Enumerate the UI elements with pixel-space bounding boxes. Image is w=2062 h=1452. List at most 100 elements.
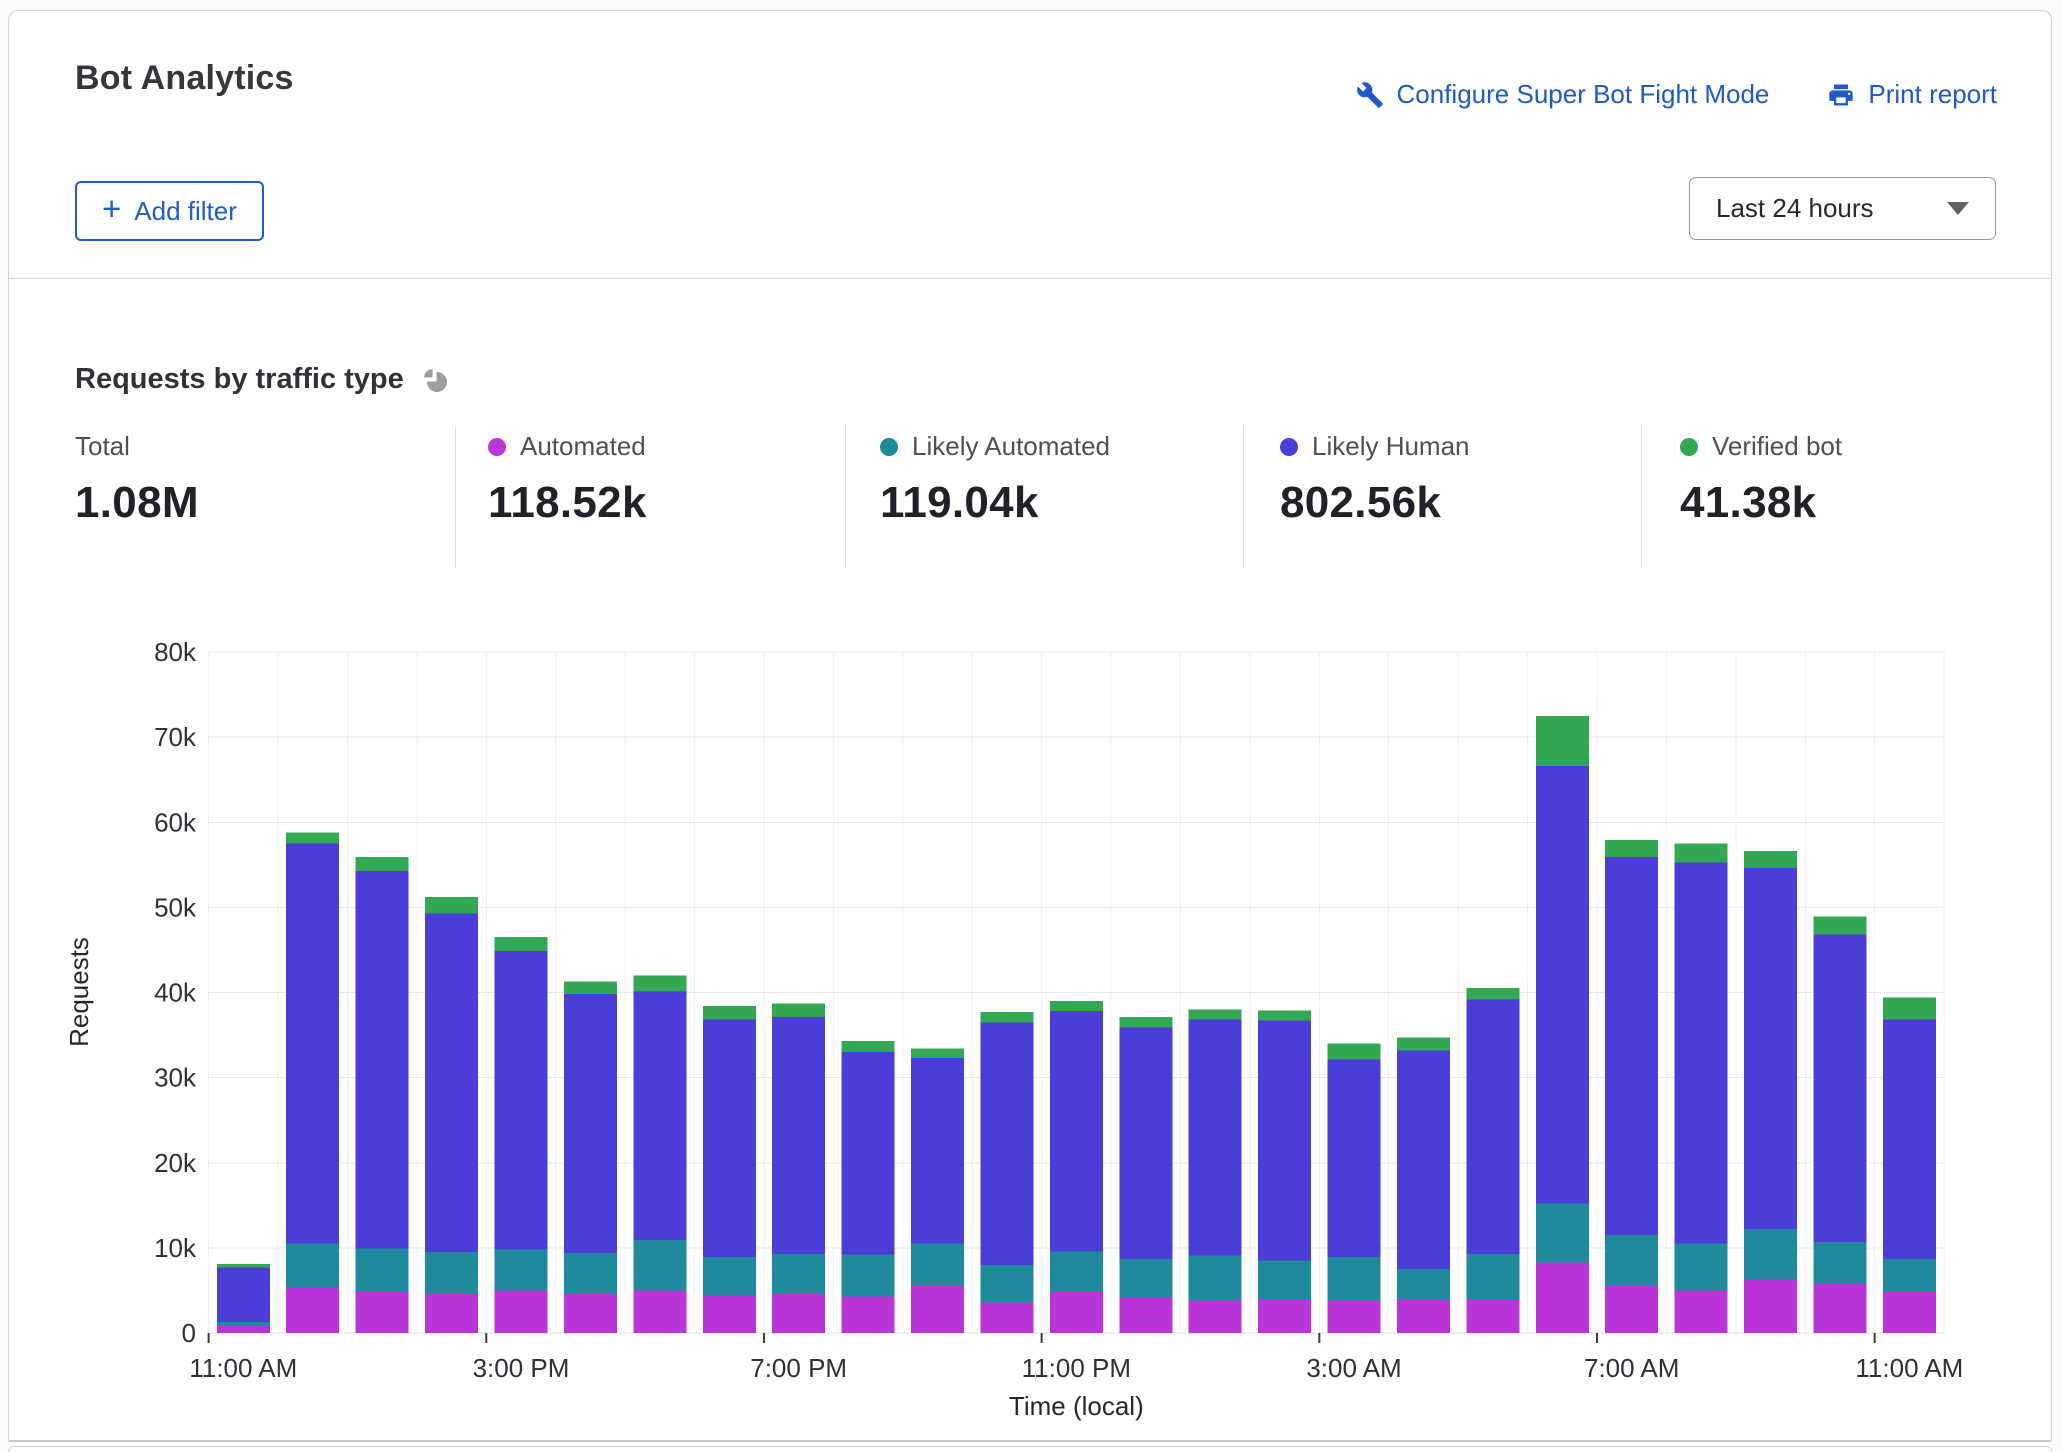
- bar-segment-verified-bot[interactable]: [1328, 1044, 1381, 1060]
- bar-segment-likely-human[interactable]: [1813, 935, 1866, 1242]
- bar-segment-likely-automated[interactable]: [1119, 1259, 1172, 1297]
- bar-segment-automated[interactable]: [1466, 1299, 1519, 1333]
- bar-segment-likely-automated[interactable]: [1536, 1204, 1589, 1263]
- bar-segment-likely-human[interactable]: [1883, 1020, 1936, 1259]
- bar-segment-likely-human[interactable]: [356, 871, 409, 1249]
- bar-segment-automated[interactable]: [1189, 1301, 1242, 1333]
- bar-segment-likely-automated[interactable]: [1744, 1229, 1797, 1279]
- bar-segment-verified-bot[interactable]: [1258, 1010, 1311, 1020]
- bar-segment-likely-human[interactable]: [980, 1022, 1033, 1265]
- bar-segment-verified-bot[interactable]: [1397, 1038, 1450, 1051]
- stat-automated[interactable]: Automated 118.52k: [488, 431, 647, 528]
- bar-segment-likely-human[interactable]: [1744, 868, 1797, 1229]
- bar-segment-automated[interactable]: [425, 1294, 478, 1333]
- bar-segment-likely-automated[interactable]: [1328, 1257, 1381, 1300]
- bar-segment-verified-bot[interactable]: [633, 975, 686, 991]
- bar-segment-automated[interactable]: [1050, 1292, 1103, 1333]
- bar-segment-likely-human[interactable]: [633, 992, 686, 1241]
- bar-segment-verified-bot[interactable]: [980, 1012, 1033, 1022]
- bar-segment-verified-bot[interactable]: [1119, 1017, 1172, 1027]
- bar-segment-verified-bot[interactable]: [911, 1049, 964, 1058]
- print-report-link[interactable]: Print report: [1827, 79, 1997, 110]
- bar-segment-automated[interactable]: [1813, 1284, 1866, 1333]
- bar-segment-verified-bot[interactable]: [286, 832, 339, 843]
- bar-segment-likely-human[interactable]: [564, 994, 617, 1253]
- bar-segment-likely-human[interactable]: [1258, 1021, 1311, 1261]
- bar-segment-verified-bot[interactable]: [1744, 851, 1797, 868]
- bar-segment-automated[interactable]: [1119, 1297, 1172, 1333]
- configure-super-bot-fight-mode-link[interactable]: Configure Super Bot Fight Mode: [1356, 79, 1770, 110]
- bar-segment-likely-human[interactable]: [1397, 1050, 1450, 1269]
- bar-segment-likely-automated[interactable]: [633, 1240, 686, 1290]
- bar-segment-verified-bot[interactable]: [1605, 840, 1658, 857]
- bar-segment-automated[interactable]: [980, 1302, 1033, 1333]
- bar-segment-likely-human[interactable]: [772, 1017, 825, 1254]
- bar-segment-likely-human[interactable]: [1466, 999, 1519, 1254]
- bar-segment-verified-bot[interactable]: [842, 1041, 895, 1052]
- bar-segment-verified-bot[interactable]: [772, 1004, 825, 1018]
- bar-segment-likely-human[interactable]: [1050, 1011, 1103, 1251]
- bar-segment-likely-automated[interactable]: [356, 1249, 409, 1292]
- bar-segment-likely-automated[interactable]: [1397, 1269, 1450, 1300]
- bar-segment-verified-bot[interactable]: [1536, 716, 1589, 766]
- bar-segment-automated[interactable]: [217, 1326, 270, 1333]
- bar-segment-verified-bot[interactable]: [494, 937, 547, 951]
- bar-segment-likely-automated[interactable]: [564, 1253, 617, 1294]
- bar-segment-automated[interactable]: [772, 1294, 825, 1333]
- bar-segment-automated[interactable]: [1744, 1279, 1797, 1333]
- bar-segment-likely-human[interactable]: [703, 1020, 756, 1257]
- bar-segment-verified-bot[interactable]: [703, 1006, 756, 1020]
- bar-segment-automated[interactable]: [564, 1294, 617, 1333]
- bar-segment-likely-human[interactable]: [911, 1058, 964, 1244]
- bar-segment-likely-human[interactable]: [1189, 1020, 1242, 1256]
- bar-segment-automated[interactable]: [1536, 1262, 1589, 1333]
- bar-segment-likely-automated[interactable]: [1813, 1242, 1866, 1284]
- bar-segment-automated[interactable]: [1397, 1300, 1450, 1333]
- bar-segment-verified-bot[interactable]: [564, 981, 617, 994]
- bar-segment-likely-human[interactable]: [217, 1267, 270, 1321]
- bar-segment-likely-automated[interactable]: [1883, 1259, 1936, 1292]
- bar-segment-likely-human[interactable]: [1605, 857, 1658, 1235]
- bar-segment-likely-automated[interactable]: [911, 1244, 964, 1287]
- bar-segment-likely-automated[interactable]: [1605, 1235, 1658, 1285]
- bar-segment-likely-human[interactable]: [1328, 1060, 1381, 1257]
- bar-segment-likely-automated[interactable]: [1050, 1251, 1103, 1292]
- add-filter-button[interactable]: + Add filter: [75, 181, 264, 241]
- bar-segment-likely-automated[interactable]: [1189, 1256, 1242, 1301]
- bar-segment-automated[interactable]: [842, 1296, 895, 1333]
- bar-segment-automated[interactable]: [633, 1290, 686, 1333]
- bar-segment-verified-bot[interactable]: [1050, 1001, 1103, 1011]
- bar-segment-likely-automated[interactable]: [1466, 1254, 1519, 1299]
- bar-segment-likely-automated[interactable]: [1258, 1261, 1311, 1299]
- bar-segment-likely-automated[interactable]: [494, 1250, 547, 1291]
- bar-segment-likely-automated[interactable]: [425, 1252, 478, 1294]
- bar-segment-likely-human[interactable]: [425, 913, 478, 1252]
- bar-segment-likely-automated[interactable]: [286, 1244, 339, 1288]
- bar-segment-verified-bot[interactable]: [1189, 1010, 1242, 1020]
- stat-likely-automated[interactable]: Likely Automated 119.04k: [880, 431, 1110, 528]
- bar-segment-likely-human[interactable]: [286, 844, 339, 1244]
- stat-verified-bot[interactable]: Verified bot 41.38k: [1680, 431, 1842, 528]
- bar-segment-verified-bot[interactable]: [1675, 844, 1728, 863]
- bar-segment-verified-bot[interactable]: [356, 857, 409, 871]
- bar-segment-likely-automated[interactable]: [217, 1322, 270, 1326]
- bar-segment-likely-human[interactable]: [1536, 766, 1589, 1204]
- bar-segment-automated[interactable]: [1883, 1292, 1936, 1333]
- bar-segment-automated[interactable]: [1675, 1290, 1728, 1333]
- bar-segment-verified-bot[interactable]: [1466, 988, 1519, 999]
- bar-segment-likely-automated[interactable]: [1675, 1244, 1728, 1291]
- bar-segment-likely-automated[interactable]: [703, 1257, 756, 1295]
- bar-segment-automated[interactable]: [1258, 1299, 1311, 1333]
- bar-segment-likely-automated[interactable]: [772, 1254, 825, 1294]
- bar-segment-likely-automated[interactable]: [842, 1255, 895, 1297]
- bar-segment-verified-bot[interactable]: [217, 1264, 270, 1267]
- bar-segment-likely-human[interactable]: [842, 1052, 895, 1255]
- bar-segment-automated[interactable]: [286, 1288, 339, 1333]
- bar-segment-likely-automated[interactable]: [980, 1265, 1033, 1302]
- bar-segment-automated[interactable]: [494, 1290, 547, 1333]
- bar-segment-likely-human[interactable]: [1119, 1027, 1172, 1259]
- stat-likely-human[interactable]: Likely Human 802.56k: [1280, 431, 1470, 528]
- bar-segment-automated[interactable]: [1328, 1301, 1381, 1333]
- bar-segment-likely-human[interactable]: [1675, 862, 1728, 1243]
- bar-segment-automated[interactable]: [356, 1292, 409, 1333]
